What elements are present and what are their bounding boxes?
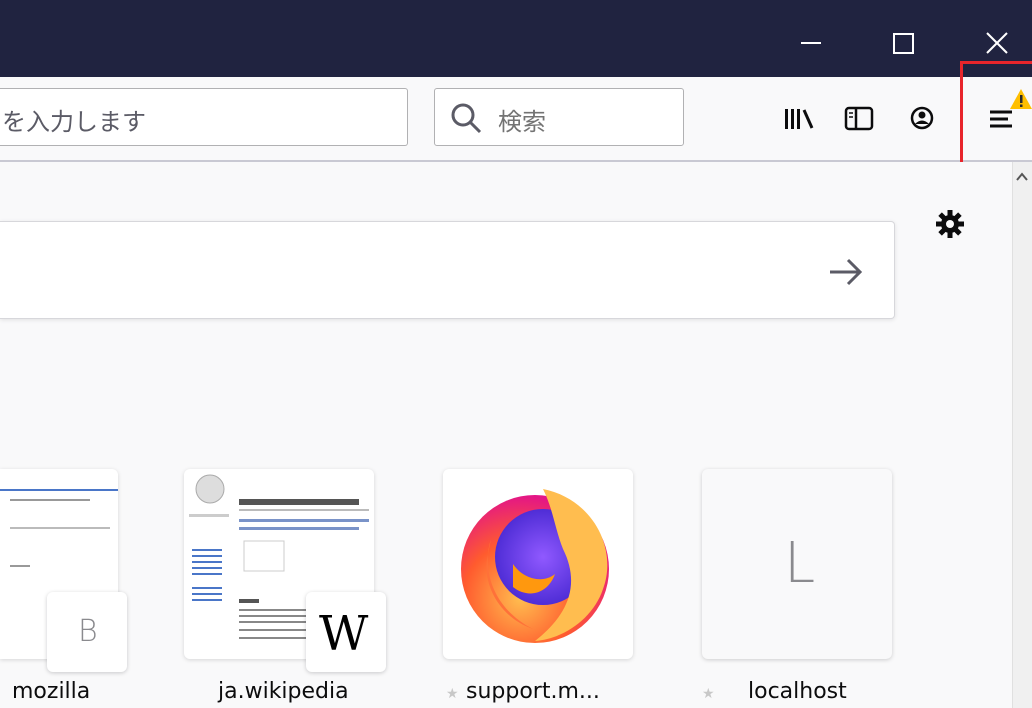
tile-label[interactable]: support.m... (466, 679, 600, 704)
pin-icon: ★ (702, 686, 715, 702)
tile-label[interactable]: ja.wikipedia (218, 679, 349, 704)
url-bar[interactable]: を入力します (0, 88, 408, 146)
url-bar-text: を入力します (2, 108, 146, 136)
firefox-logo-icon (461, 489, 609, 643)
library-icon[interactable] (779, 97, 823, 141)
account-icon[interactable] (900, 97, 944, 141)
sidebar-icon[interactable] (838, 97, 882, 141)
wikipedia-logo-icon: W (319, 606, 369, 662)
search-icon (451, 103, 482, 134)
search-bar[interactable]: 検索 (434, 88, 684, 146)
minimize-button[interactable] (785, 0, 845, 77)
arrow-right-icon[interactable] (826, 252, 866, 292)
tile-icon-badge: W (306, 592, 386, 672)
tile-letter: B (78, 614, 98, 649)
gear-icon[interactable] (930, 204, 970, 244)
newtab-search-box[interactable] (0, 221, 895, 319)
scroll-up-arrow-icon[interactable] (1016, 170, 1028, 186)
top-site-tile-localhost[interactable]: L (702, 469, 892, 659)
maximize-button[interactable] (875, 0, 935, 77)
tile-letter: L (784, 531, 816, 596)
pin-icon: ★ (446, 686, 459, 702)
minimize-icon (801, 42, 821, 44)
search-placeholder: 検索 (498, 108, 546, 136)
tile-label[interactable]: localhost (748, 679, 847, 704)
maximize-icon (893, 33, 914, 54)
scrollbar[interactable] (1012, 162, 1032, 708)
tile-icon-badge: B (47, 592, 127, 672)
menu-highlight-box (960, 61, 1032, 167)
top-site-tile-support[interactable] (443, 469, 633, 659)
tile-label[interactable]: mozilla (12, 679, 90, 704)
